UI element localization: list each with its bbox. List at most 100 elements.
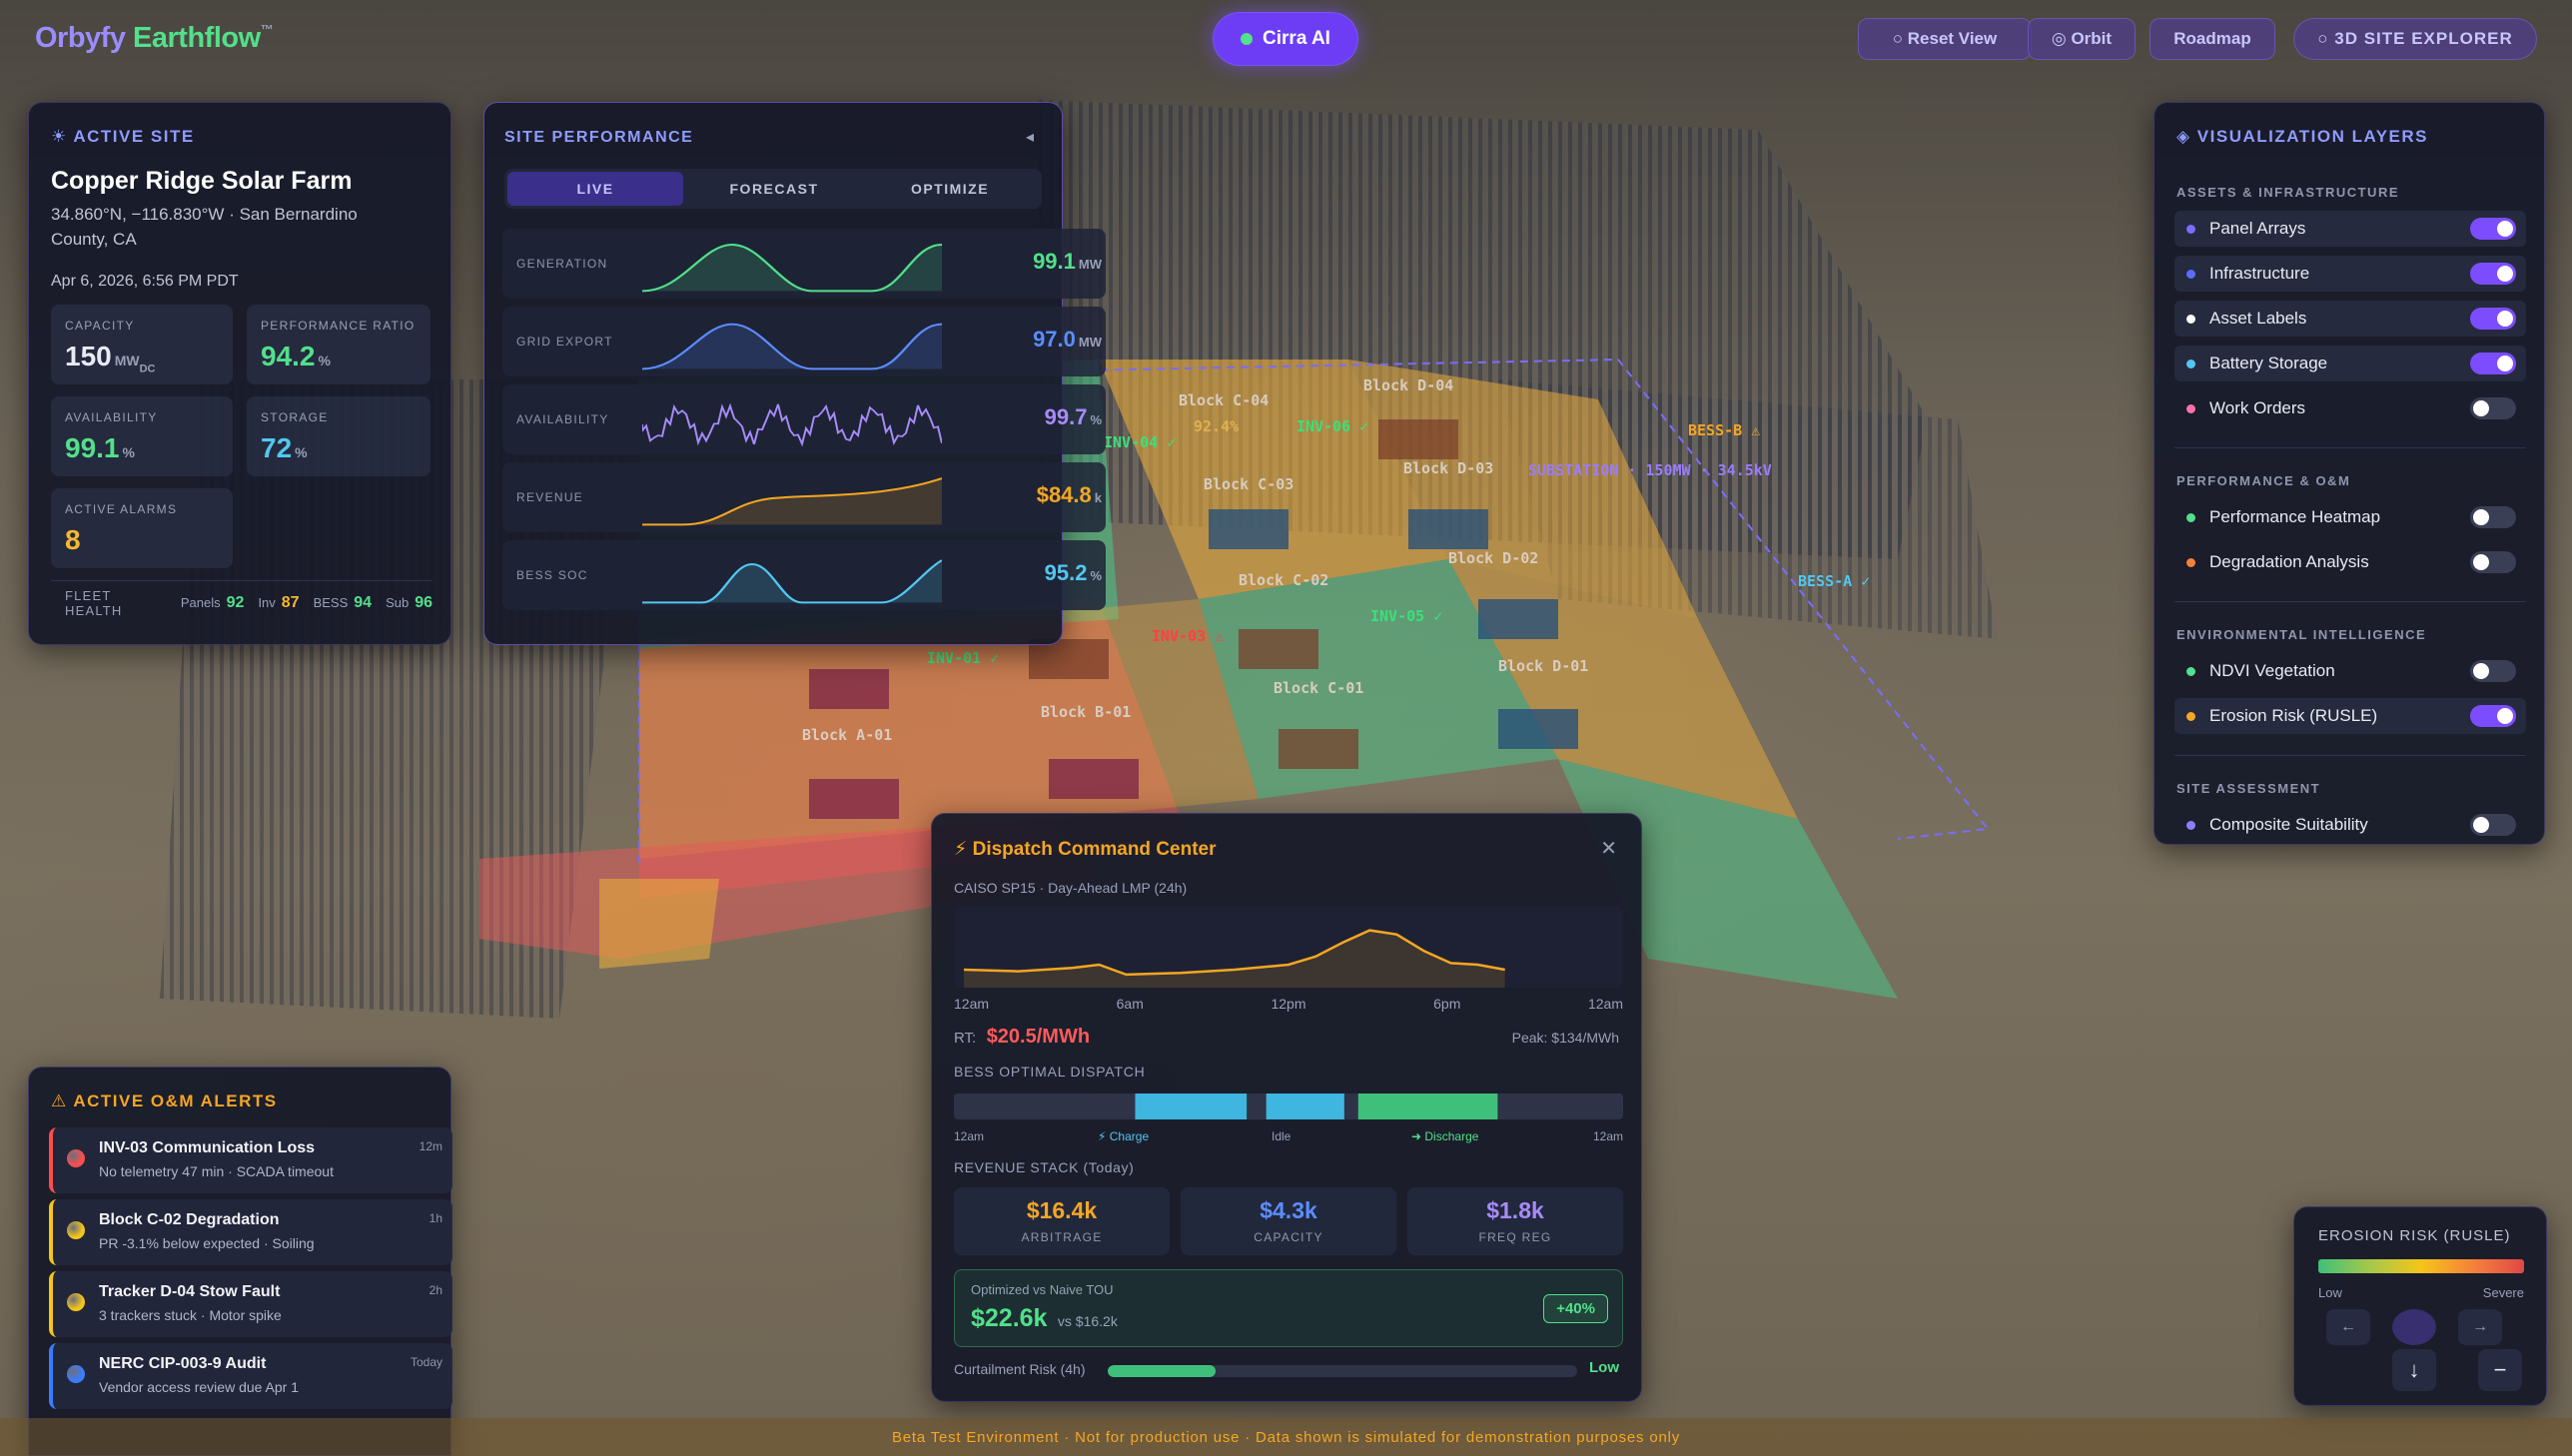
- perf-value: 97.0 MW: [1033, 327, 1102, 352]
- availability-value-wrap: 99.1%: [65, 432, 219, 464]
- layer-toggle[interactable]: [2470, 218, 2516, 240]
- dispatch-command-center: ⚡ Dispatch Command Center ✕ CAISO SP15 ·…: [931, 813, 1642, 1402]
- layer-toggle[interactable]: [2470, 263, 2516, 285]
- reset-view-button[interactable]: ○ Reset View: [1858, 18, 2032, 60]
- orbit-button[interactable]: ◎ Orbit: [2028, 18, 2136, 60]
- layer-asset-labels[interactable]: Asset Labels: [2174, 301, 2526, 337]
- fleet-sub-label: Sub: [386, 595, 410, 610]
- tab-live[interactable]: LIVE: [507, 172, 683, 206]
- nav-center-button[interactable]: [2392, 1309, 2436, 1345]
- layer-dot-icon: [2186, 512, 2195, 522]
- layer-name: Battery Storage: [2209, 354, 2328, 372]
- layer-section-title: ENVIRONMENTAL INTELLIGENCE: [2176, 627, 2427, 642]
- nav-left-button[interactable]: ←: [2326, 1309, 2370, 1345]
- active-alarms-value: 8: [65, 524, 81, 555]
- map-label[interactable]: INV-06 ✓: [1296, 417, 1368, 435]
- map-label[interactable]: Block C-03: [1204, 475, 1293, 493]
- layer-panel-arrays[interactable]: Panel Arrays: [2174, 211, 2526, 247]
- map-label[interactable]: INV-01 ✓: [927, 649, 999, 667]
- layer-toggle[interactable]: [2470, 353, 2516, 374]
- map-label[interactable]: Block A-01: [802, 726, 892, 744]
- nav-down-button[interactable]: ↓: [2392, 1349, 2436, 1391]
- map-label[interactable]: BESS-A ✓: [1798, 572, 1870, 590]
- map-label[interactable]: Block C-01: [1274, 679, 1363, 697]
- bess-tick-discharge: ➜ Discharge: [1411, 1129, 1479, 1143]
- capacity-label: CAPACITY: [65, 319, 135, 333]
- fleet-inv-value: 87: [281, 593, 300, 611]
- perf-row-bess-soc[interactable]: BESS SOC 95.2%: [502, 540, 1106, 610]
- perf-value: 99.7%: [1044, 404, 1102, 429]
- map-label[interactable]: INV-05 ✓: [1370, 607, 1442, 625]
- fleet-panels-label: Panels: [180, 595, 221, 610]
- layer-infrastructure[interactable]: Infrastructure: [2174, 256, 2526, 292]
- layer-toggle[interactable]: [2470, 506, 2516, 528]
- layer-toggle[interactable]: [2470, 551, 2516, 573]
- map-label[interactable]: Block D-02: [1448, 549, 1538, 567]
- layer-toggle[interactable]: [2470, 308, 2516, 330]
- brand-logo[interactable]: Orbyfy Earthflow™: [35, 22, 274, 55]
- perf-row-availability[interactable]: AVAILABILITY 99.7%: [502, 384, 1106, 454]
- alert-time: 12m: [419, 1139, 442, 1153]
- storage-value: 72: [261, 432, 293, 463]
- perf-label: BESS SOC: [516, 568, 588, 582]
- revenue-heading: REVENUE STACK (Today): [954, 1159, 1135, 1175]
- cirra-ai-button[interactable]: Cirra AI: [1213, 12, 1358, 66]
- perf-row-generation[interactable]: GENERATION 99.1 MW: [502, 229, 1106, 299]
- performance-ratio-stat: PERFORMANCE RATIO 94.2%: [247, 305, 430, 384]
- map-label[interactable]: Block C-04: [1179, 391, 1269, 409]
- optimized-summary: Optimized vs Naive TOU $22.6k vs $16.2k …: [954, 1269, 1623, 1347]
- perf-row-revenue[interactable]: REVENUE $84.8 k: [502, 462, 1106, 532]
- lmp-subtitle: CAISO SP15 · Day-Ahead LMP (24h): [954, 880, 1188, 896]
- erosion-legend-panel: EROSION RISK (RUSLE) Low Severe ← → ↓ −: [2293, 1206, 2547, 1406]
- collapse-icon[interactable]: ◂: [1026, 127, 1034, 147]
- bess-dispatch-chart: [1135, 1093, 1498, 1119]
- perf-row-grid-export[interactable]: GRID EXPORT 97.0 MW: [502, 307, 1106, 376]
- layer-name: Panel Arrays: [2209, 219, 2306, 238]
- layer-toggle[interactable]: [2470, 814, 2516, 836]
- performance-ratio-value: 94.2: [261, 341, 316, 371]
- map-label[interactable]: Block D-01: [1498, 657, 1588, 675]
- layer-toggle[interactable]: [2470, 397, 2516, 419]
- layer-dot-icon: [2186, 711, 2195, 721]
- roadmap-button[interactable]: Roadmap: [2149, 18, 2275, 60]
- performance-ratio-label: PERFORMANCE RATIO: [261, 319, 416, 333]
- availability-stat: AVAILABILITY 99.1%: [51, 396, 233, 476]
- layer-name: Erosion Risk (RUSLE): [2209, 706, 2378, 725]
- layer-degradation-analysis[interactable]: Degradation Analysis: [2174, 544, 2526, 580]
- map-label[interactable]: INV-03 ⚠: [1152, 627, 1224, 645]
- alert-item[interactable]: Block C-02 Degradation PR -3.1% below exp…: [49, 1199, 452, 1265]
- map-label[interactable]: SUBSTATION · 150MW · 34.5kV: [1528, 461, 1772, 479]
- alert-time: Today: [410, 1355, 442, 1369]
- map-label[interactable]: Block B-01: [1041, 703, 1131, 721]
- tab-forecast[interactable]: FORECAST: [686, 169, 862, 209]
- map-label[interactable]: BESS-B ⚠: [1688, 421, 1760, 439]
- layer-battery-storage[interactable]: Battery Storage: [2174, 346, 2526, 381]
- sparkline-chart: [642, 559, 942, 604]
- alert-time: 1h: [429, 1211, 442, 1225]
- storage-unit: %: [295, 444, 308, 460]
- section-divider: [2174, 601, 2526, 602]
- tab-optimize[interactable]: OPTIMIZE: [862, 169, 1038, 209]
- nav-right-button[interactable]: →: [2458, 1309, 2502, 1345]
- layer-ndvi-vegetation[interactable]: NDVI Vegetation: [2174, 653, 2526, 689]
- lmp-series-area: [964, 930, 1505, 988]
- layer-toggle[interactable]: [2470, 705, 2516, 727]
- availability-unit: %: [122, 444, 135, 460]
- close-icon[interactable]: ✕: [1600, 836, 1617, 861]
- layer-performance-heatmap[interactable]: Performance Heatmap: [2174, 499, 2526, 535]
- map-label[interactable]: Block D-03: [1403, 459, 1493, 477]
- 3d-site-explorer-button[interactable]: ○ 3D SITE EXPLORER: [2293, 18, 2537, 60]
- zoom-out-button[interactable]: −: [2478, 1349, 2522, 1391]
- layer-composite-suitability[interactable]: Composite Suitability: [2174, 807, 2526, 843]
- perf-unit: k: [1094, 490, 1102, 505]
- layer-erosion-risk-rusle[interactable]: Erosion Risk (RUSLE): [2174, 698, 2526, 734]
- layer-toggle[interactable]: [2470, 660, 2516, 682]
- active-alarms-stat[interactable]: ACTIVE ALARMS 8: [51, 488, 233, 568]
- alert-item[interactable]: NERC CIP-003-9 Audit Vendor access review…: [49, 1343, 452, 1409]
- alert-item[interactable]: INV-03 Communication Loss No telemetry 47…: [49, 1127, 452, 1193]
- map-label[interactable]: Block D-04: [1363, 376, 1453, 394]
- map-label[interactable]: Block C-02: [1239, 571, 1328, 589]
- layer-work-orders[interactable]: Work Orders: [2174, 390, 2526, 426]
- map-label[interactable]: INV-04 ✓: [1104, 433, 1176, 451]
- alert-item[interactable]: Tracker D-04 Stow Fault 3 trackers stuck …: [49, 1271, 452, 1337]
